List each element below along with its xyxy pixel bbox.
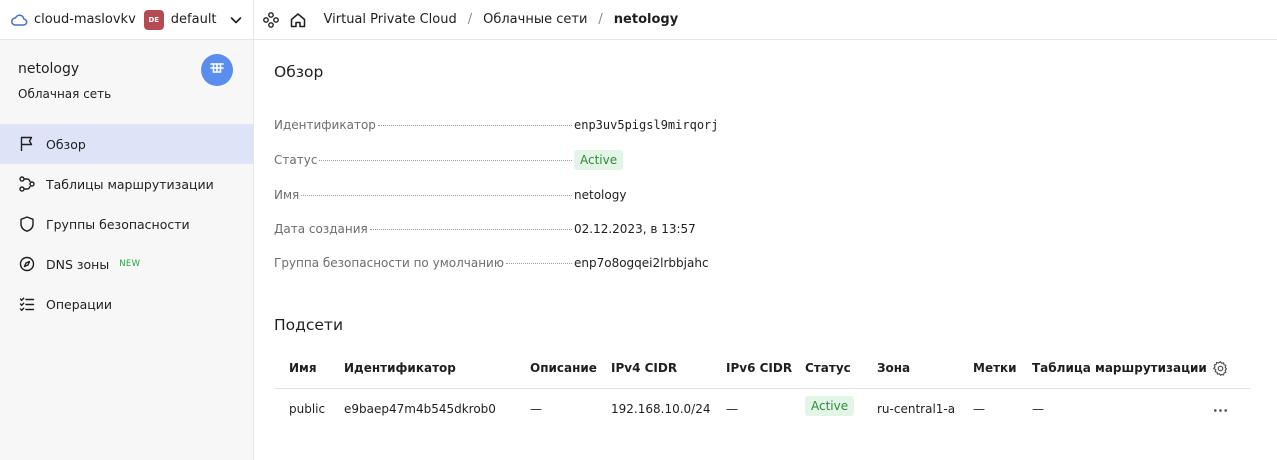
cell-ipv4: 192.168.10.0/24 xyxy=(611,402,711,416)
property-row: Дата создания 02.12.2023, в 13:57 xyxy=(274,219,994,239)
subnets-table: Имя Идентификатор Описание IPv4 CIDR IPv… xyxy=(274,349,1250,431)
column-header[interactable]: Имя xyxy=(289,361,317,375)
network-avatar xyxy=(201,54,233,86)
column-header[interactable]: Статус xyxy=(805,361,851,375)
property-key: Статус xyxy=(274,153,318,167)
top-bar: cloud-maslovkv DE default Virtual Privat… xyxy=(0,0,1277,40)
breadcrumb-separator: / xyxy=(598,12,603,27)
sidebar-item-dns-zones[interactable]: DNS зоны NEW xyxy=(0,244,253,284)
sidebar-item-security-groups[interactable]: Группы безопасности xyxy=(0,204,253,244)
shield-icon xyxy=(18,215,36,233)
status-badge: Active xyxy=(574,150,624,170)
folder-badge: DE xyxy=(143,9,164,30)
home-icon[interactable] xyxy=(289,11,307,29)
breadcrumb-current: netology xyxy=(613,12,679,27)
property-value-security-group[interactable]: enp7o8ogqei2lrbbjahc xyxy=(574,256,709,270)
cell-ipv6: — xyxy=(726,402,738,416)
folder-name: default xyxy=(170,12,217,27)
chevron-down-icon[interactable] xyxy=(227,11,245,29)
network-subtitle: Облачная сеть xyxy=(18,87,112,101)
page-title: Обзор xyxy=(274,63,324,81)
property-row: Группа безопасности по умолчанию enp7o8o… xyxy=(274,253,994,273)
sidebar-item-label: Операции xyxy=(46,296,113,312)
status-badge: Active xyxy=(805,396,855,416)
breadcrumb: Virtual Private Cloud / Облачные сети / … xyxy=(324,12,679,27)
breadcrumb-vpc[interactable]: Virtual Private Cloud xyxy=(324,12,457,27)
flag-icon xyxy=(18,135,36,153)
column-header[interactable]: Описание xyxy=(530,361,597,375)
column-header[interactable]: Метки xyxy=(973,361,1017,375)
sidebar-item-label: Таблицы маршрутизации xyxy=(46,176,214,192)
cell-route-table: — xyxy=(1032,402,1044,416)
cell-id: e9baep47m4b545dkrob0 xyxy=(344,402,496,416)
compass-icon xyxy=(18,255,36,273)
column-header[interactable]: IPv4 CIDR xyxy=(611,361,677,375)
cloud-name: cloud-maslovkv xyxy=(34,12,136,27)
sidebar: netology Облачная сеть Обзор Таблицы мар… xyxy=(0,40,254,460)
subnets-title: Подсети xyxy=(274,316,344,334)
breadcrumb-networks[interactable]: Облачные сети xyxy=(483,12,587,27)
divider xyxy=(252,0,254,40)
column-header[interactable]: Идентификатор xyxy=(344,361,456,375)
column-header[interactable]: IPv6 CIDR xyxy=(726,361,792,375)
property-key: Идентификатор xyxy=(274,118,376,132)
property-key: Имя xyxy=(274,188,300,202)
sidebar-item-route-tables[interactable]: Таблицы маршрутизации xyxy=(0,164,253,204)
property-key: Группа безопасности по умолчанию xyxy=(274,256,504,270)
list-icon xyxy=(18,295,36,313)
sidebar-item-label: Группы безопасности xyxy=(46,216,190,232)
property-key: Дата создания xyxy=(274,222,368,236)
sidebar-item-operations[interactable]: Операции xyxy=(0,284,253,324)
sidebar-nav: Обзор Таблицы маршрутизации Группы безоп… xyxy=(0,124,253,324)
settings-gear-icon[interactable] xyxy=(1212,360,1229,381)
cell-zone: ru-central1-a xyxy=(877,402,956,416)
sidebar-item-label: DNS зоны xyxy=(46,256,110,272)
new-badge: NEW xyxy=(119,259,141,269)
cell-name[interactable]: public xyxy=(289,402,325,416)
property-row: Имя netology xyxy=(274,185,994,205)
column-header[interactable]: Зона xyxy=(877,361,910,375)
sidebar-item-label: Обзор xyxy=(46,136,86,152)
cloud-selector[interactable]: cloud-maslovkv DE default xyxy=(10,9,245,30)
route-icon xyxy=(18,175,36,193)
table-header: Имя Идентификатор Описание IPv4 CIDR IPv… xyxy=(274,349,1250,389)
network-icon xyxy=(208,59,226,81)
breadcrumb-separator: / xyxy=(467,12,473,27)
cell-description: — xyxy=(530,402,542,416)
column-header[interactable]: Таблица маршрутизации xyxy=(1032,361,1207,375)
sidebar-item-overview[interactable]: Обзор xyxy=(0,124,253,164)
property-value-id: enp3uv5pigsl9mirqorj xyxy=(574,118,719,132)
property-value-created: 02.12.2023, в 13:57 xyxy=(574,222,696,236)
property-value-name: netology xyxy=(574,188,627,202)
services-icon[interactable] xyxy=(262,11,280,29)
cell-labels: — xyxy=(973,402,985,416)
cloud-icon xyxy=(10,11,28,29)
property-row: Идентификатор enp3uv5pigsl9mirqorj xyxy=(274,115,994,135)
table-row[interactable]: public e9baep47m4b545dkrob0 — 192.168.10… xyxy=(274,389,1250,431)
more-actions-icon[interactable] xyxy=(1212,402,1229,423)
network-title: netology xyxy=(18,61,80,77)
property-row: Статус Active xyxy=(274,150,994,170)
